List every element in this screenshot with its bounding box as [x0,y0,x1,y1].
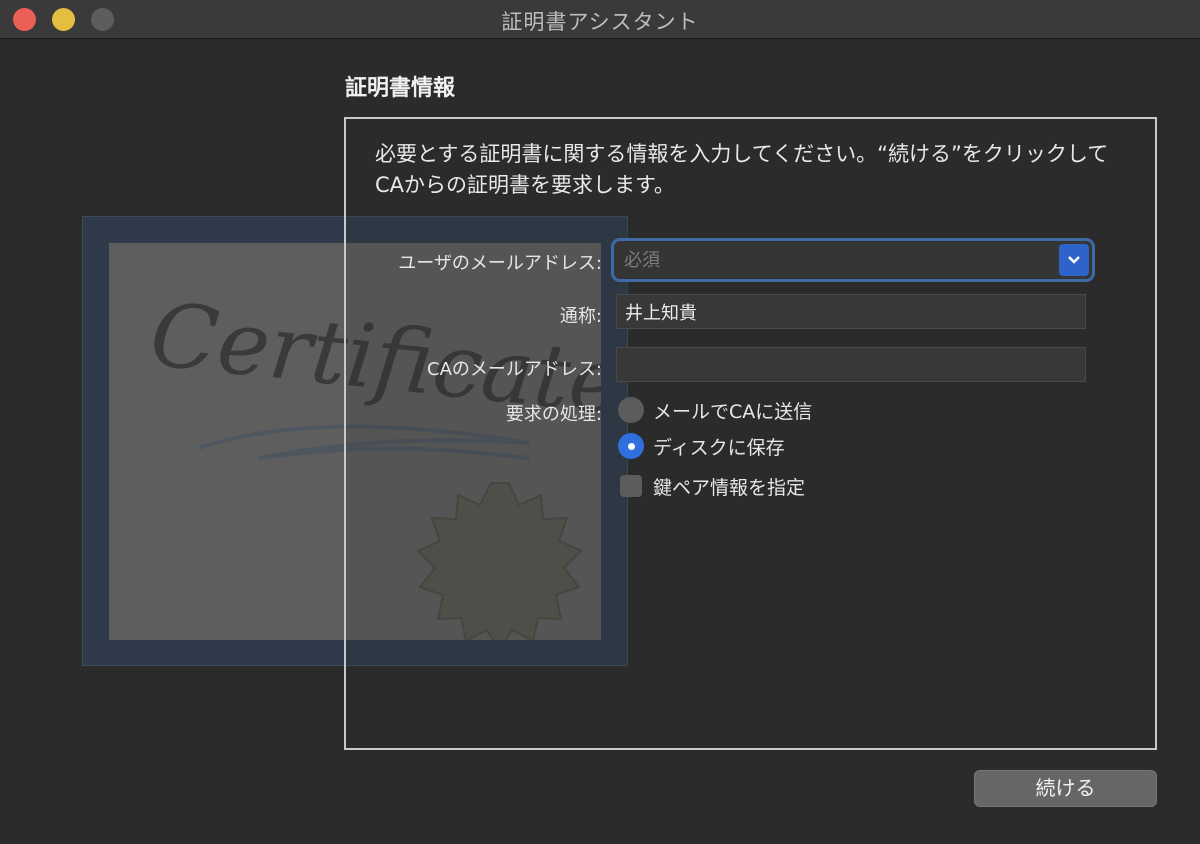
radio-save-disk[interactable]: ディスクに保存 [618,432,785,460]
continue-button[interactable]: 続ける [974,770,1157,807]
common-name-field[interactable] [616,294,1086,329]
radio-button-selected[interactable] [618,433,644,459]
ca-email-field[interactable] [616,347,1086,382]
section-title: 証明書情報 [345,76,456,101]
key-pair-checkbox-row[interactable]: 鍵ペア情報を指定 [618,472,805,500]
radio-email-ca-label: メールでCAに送信 [653,400,813,423]
email-input[interactable] [618,245,1056,275]
radio-button[interactable] [618,397,644,423]
title-bar: 証明書アシスタント [0,0,1200,39]
request-label: 要求の処理: [505,404,602,425]
key-pair-label: 鍵ペア情報を指定 [653,476,806,499]
key-pair-checkbox[interactable] [620,475,642,497]
chevron-down-icon [1068,256,1080,264]
description-text: 必要とする証明書に関する情報を入力してください。“続ける”をクリックしてCAから… [375,142,1109,197]
ca-email-label: CAのメールアドレス: [427,359,602,380]
radio-email-ca[interactable]: メールでCAに送信 [618,396,812,424]
email-combobox [614,241,1092,279]
window-title: 証明書アシスタント [501,10,699,34]
email-label: ユーザのメールアドレス: [398,253,602,274]
email-dropdown-button[interactable] [1059,244,1089,276]
common-name-label: 通称: [559,306,602,327]
radio-save-disk-label: ディスクに保存 [653,436,785,459]
